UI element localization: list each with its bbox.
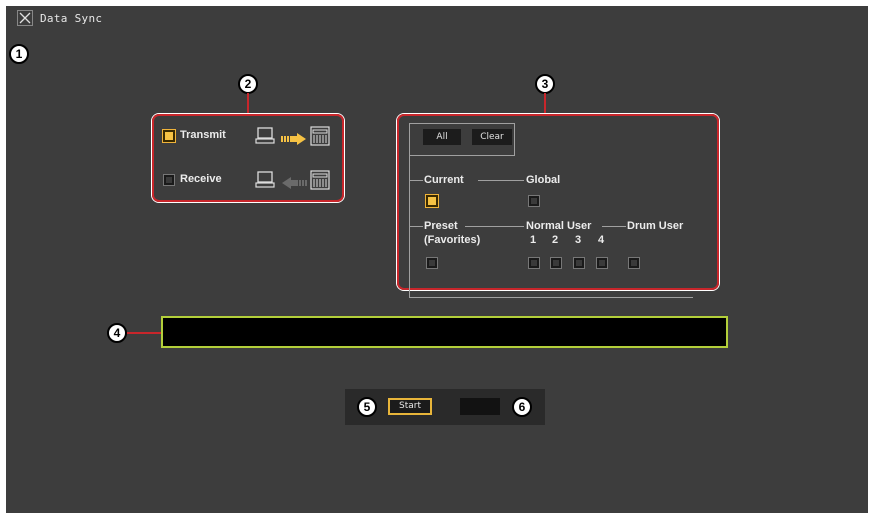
current-checkbox[interactable] <box>426 195 438 207</box>
receive-checkbox[interactable] <box>163 174 175 186</box>
computer-icon <box>255 127 275 149</box>
preset-label: Preset <box>424 220 458 232</box>
favorites-label: (Favorites) <box>424 234 481 246</box>
clear-button[interactable]: Clear <box>472 129 512 145</box>
normal-user-1-checkbox[interactable] <box>528 257 540 269</box>
keyboard-icon <box>310 170 330 194</box>
tree-line <box>478 180 524 181</box>
callout-2-leader <box>247 93 249 115</box>
tree-line <box>602 226 626 227</box>
normal-user-number: 3 <box>575 234 582 246</box>
start-button[interactable]: Start <box>388 398 432 415</box>
transmit-label: Transmit <box>180 129 226 141</box>
keyboard-icon <box>310 126 330 150</box>
computer-icon <box>255 171 275 193</box>
normal-user-number: 2 <box>552 234 559 246</box>
close-icon[interactable] <box>17 10 33 26</box>
window-title: Data Sync <box>40 12 103 25</box>
callout-4: 4 <box>107 323 127 343</box>
tree-line <box>409 180 423 181</box>
callout-5: 5 <box>357 397 377 417</box>
arrow-left-icon <box>281 174 307 193</box>
drum-user-checkbox[interactable] <box>628 257 640 269</box>
normal-user-2-checkbox[interactable] <box>550 257 562 269</box>
callout-1: 1 <box>9 44 29 64</box>
callout-2: 2 <box>238 74 258 94</box>
normal-user-number: 4 <box>598 234 605 246</box>
drum-user-label: Drum User <box>627 220 684 232</box>
global-checkbox[interactable] <box>528 195 540 207</box>
transmit-checkbox[interactable] <box>163 130 175 142</box>
callout-4-leader <box>127 332 162 334</box>
normal-user-label: Normal User <box>526 220 592 232</box>
tree-line <box>465 226 524 227</box>
current-label: Current <box>424 174 464 186</box>
global-label: Global <box>526 174 561 186</box>
message-bar <box>161 316 728 348</box>
all-button[interactable]: All <box>423 129 461 145</box>
callout-6: 6 <box>512 397 532 417</box>
receive-label: Receive <box>180 173 222 185</box>
blank-button[interactable] <box>460 398 500 415</box>
frame-line <box>409 123 410 298</box>
tree-line <box>409 226 423 227</box>
preset-checkbox[interactable] <box>426 257 438 269</box>
frame-line <box>409 297 693 298</box>
frame-line <box>409 155 515 156</box>
normal-user-4-checkbox[interactable] <box>596 257 608 269</box>
callout-3-leader <box>544 93 546 115</box>
frame-line <box>514 123 515 155</box>
normal-user-number: 1 <box>530 234 537 246</box>
callout-3: 3 <box>535 74 555 94</box>
arrow-right-icon <box>281 130 307 149</box>
normal-user-3-checkbox[interactable] <box>573 257 585 269</box>
frame-line <box>409 123 514 124</box>
